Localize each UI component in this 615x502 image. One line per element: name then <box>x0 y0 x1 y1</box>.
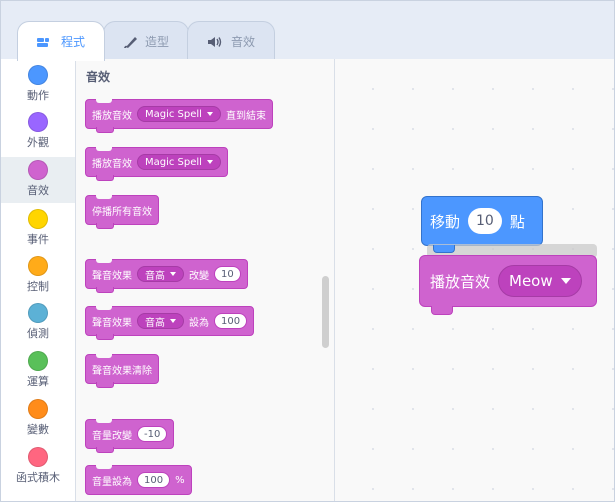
block-label: 停播所有音效 <box>92 206 152 218</box>
block-label: 移動 <box>430 212 461 231</box>
block-label: 播放音效 <box>92 158 132 170</box>
category-control-label: 控制 <box>27 280 49 293</box>
effect-set-input[interactable]: 100 <box>214 313 248 329</box>
block-label: 聲音效果 <box>92 270 132 282</box>
dropdown-caret-icon <box>206 112 213 116</box>
set-volume-block[interactable]: 音量設為 100 % <box>85 465 192 495</box>
category-operators[interactable]: 運算 <box>1 351 75 395</box>
category-sound-dot <box>28 160 48 180</box>
palette-heading: 音效 <box>86 70 111 84</box>
volume-change-input[interactable]: -10 <box>137 426 168 442</box>
category-looks-label: 外觀 <box>27 136 49 149</box>
category-my-blocks-dot <box>28 447 48 467</box>
category-operators-dot <box>28 351 48 371</box>
category-my-blocks[interactable]: 函式積木 <box>1 447 75 491</box>
block-label: 播放音效 <box>430 272 491 291</box>
block-label-suffix: 點 <box>509 212 525 231</box>
category-sensing-label: 偵測 <box>27 327 49 340</box>
set-sound-effect-block[interactable]: 聲音效果 音高 設為 100 <box>85 306 255 340</box>
block-label-suffix: % <box>175 474 185 486</box>
dropdown-caret-icon <box>560 278 571 284</box>
category-control[interactable]: 控制 <box>1 256 75 300</box>
dragged-play-sound-block[interactable]: 播放音效 Meow <box>419 255 597 307</box>
brush-icon <box>123 35 139 49</box>
block-connector <box>431 306 453 315</box>
tab-code[interactable]: 程式 <box>17 21 105 61</box>
tab-code-label: 程式 <box>60 35 85 49</box>
stop-all-sounds-block[interactable]: 停播所有音效 <box>85 195 159 229</box>
category-sound[interactable]: 音效 <box>1 157 75 203</box>
change-volume-block[interactable]: 音量改變 -10 <box>85 419 175 453</box>
category-sidebar: 動作 外觀 音效 事件 控制 偵測 運算 變數 函式積木 <box>1 59 76 501</box>
category-sound-label: 音效 <box>27 184 49 197</box>
tab-bar: 程式 造型 音效 <box>1 1 614 61</box>
sound-dropdown-value: Meow <box>509 272 553 290</box>
category-my-blocks-label: 函式積木 <box>16 471 60 484</box>
effect-dropdown[interactable]: 音高 <box>137 313 184 329</box>
category-events-label: 事件 <box>27 233 49 246</box>
dropdown-caret-icon <box>170 272 176 276</box>
sound-dropdown[interactable]: Magic Spell <box>137 154 221 170</box>
tab-sounds[interactable]: 音效 <box>187 21 275 61</box>
block-label: 音量改變 <box>92 430 132 442</box>
effect-dropdown[interactable]: 音高 <box>137 266 184 282</box>
category-sensing-dot <box>28 303 48 323</box>
move-steps-block[interactable]: 移動 10 點 <box>421 196 543 246</box>
sound-dropdown[interactable]: Meow <box>498 265 582 297</box>
category-variables[interactable]: 變數 <box>1 399 75 443</box>
steps-input[interactable]: 10 <box>468 208 502 234</box>
change-sound-effect-block[interactable]: 聲音效果 音高 改變 10 <box>85 259 248 293</box>
category-variables-label: 變數 <box>27 423 49 436</box>
category-motion-dot <box>28 65 48 85</box>
block-label-middle: 改變 <box>189 270 209 282</box>
block-connector <box>433 245 455 253</box>
block-label-suffix: 直到結束 <box>225 110 266 122</box>
sound-dropdown[interactable]: Magic Spell <box>137 106 221 122</box>
play-sound-until-done-block[interactable]: 播放音效 Magic Spell 直到結束 <box>85 99 273 133</box>
scratch-editor: 程式 造型 音效 動作 外觀 音效 事件 控制 偵測 運算 變數 函式積木 音效… <box>0 0 615 502</box>
category-motion[interactable]: 動作 <box>1 65 75 109</box>
effect-dropdown-value: 音高 <box>145 317 165 329</box>
category-operators-label: 運算 <box>27 375 49 388</box>
block-label-middle: 設為 <box>189 317 209 329</box>
code-icon <box>36 36 55 48</box>
effect-dropdown-value: 音高 <box>145 270 165 282</box>
dropdown-caret-icon <box>206 160 213 164</box>
play-sound-block[interactable]: 播放音效 Magic Spell <box>85 147 228 181</box>
sound-dropdown-value: Magic Spell <box>145 108 202 120</box>
category-looks-dot <box>28 112 48 132</box>
speaker-icon <box>207 36 225 48</box>
block-label: 聲音效果 <box>92 317 132 329</box>
category-events-dot <box>28 209 48 229</box>
dropdown-caret-icon <box>170 319 176 323</box>
block-label: 聲音效果清除 <box>92 365 152 377</box>
category-control-dot <box>28 256 48 276</box>
block-label: 播放音效 <box>92 110 132 122</box>
category-sensing[interactable]: 偵測 <box>1 303 75 347</box>
category-events[interactable]: 事件 <box>1 209 75 253</box>
category-motion-label: 動作 <box>27 89 49 102</box>
category-looks[interactable]: 外觀 <box>1 112 75 156</box>
clear-sound-effects-block[interactable]: 聲音效果清除 <box>85 354 159 388</box>
sound-dropdown-value: Magic Spell <box>145 156 202 168</box>
palette-scrollbar[interactable] <box>322 276 329 348</box>
tab-sounds-label: 音效 <box>230 35 255 49</box>
effect-change-input[interactable]: 10 <box>214 266 241 282</box>
tab-costumes-label: 造型 <box>144 35 169 49</box>
volume-set-input[interactable]: 100 <box>137 472 171 488</box>
block-palette: 音效 播放音效 Magic Spell 直到結束 播放音效 Magic Spel… <box>76 59 335 501</box>
tab-costumes[interactable]: 造型 <box>103 21 189 61</box>
category-variables-dot <box>28 399 48 419</box>
block-label: 音量設為 <box>92 476 132 488</box>
